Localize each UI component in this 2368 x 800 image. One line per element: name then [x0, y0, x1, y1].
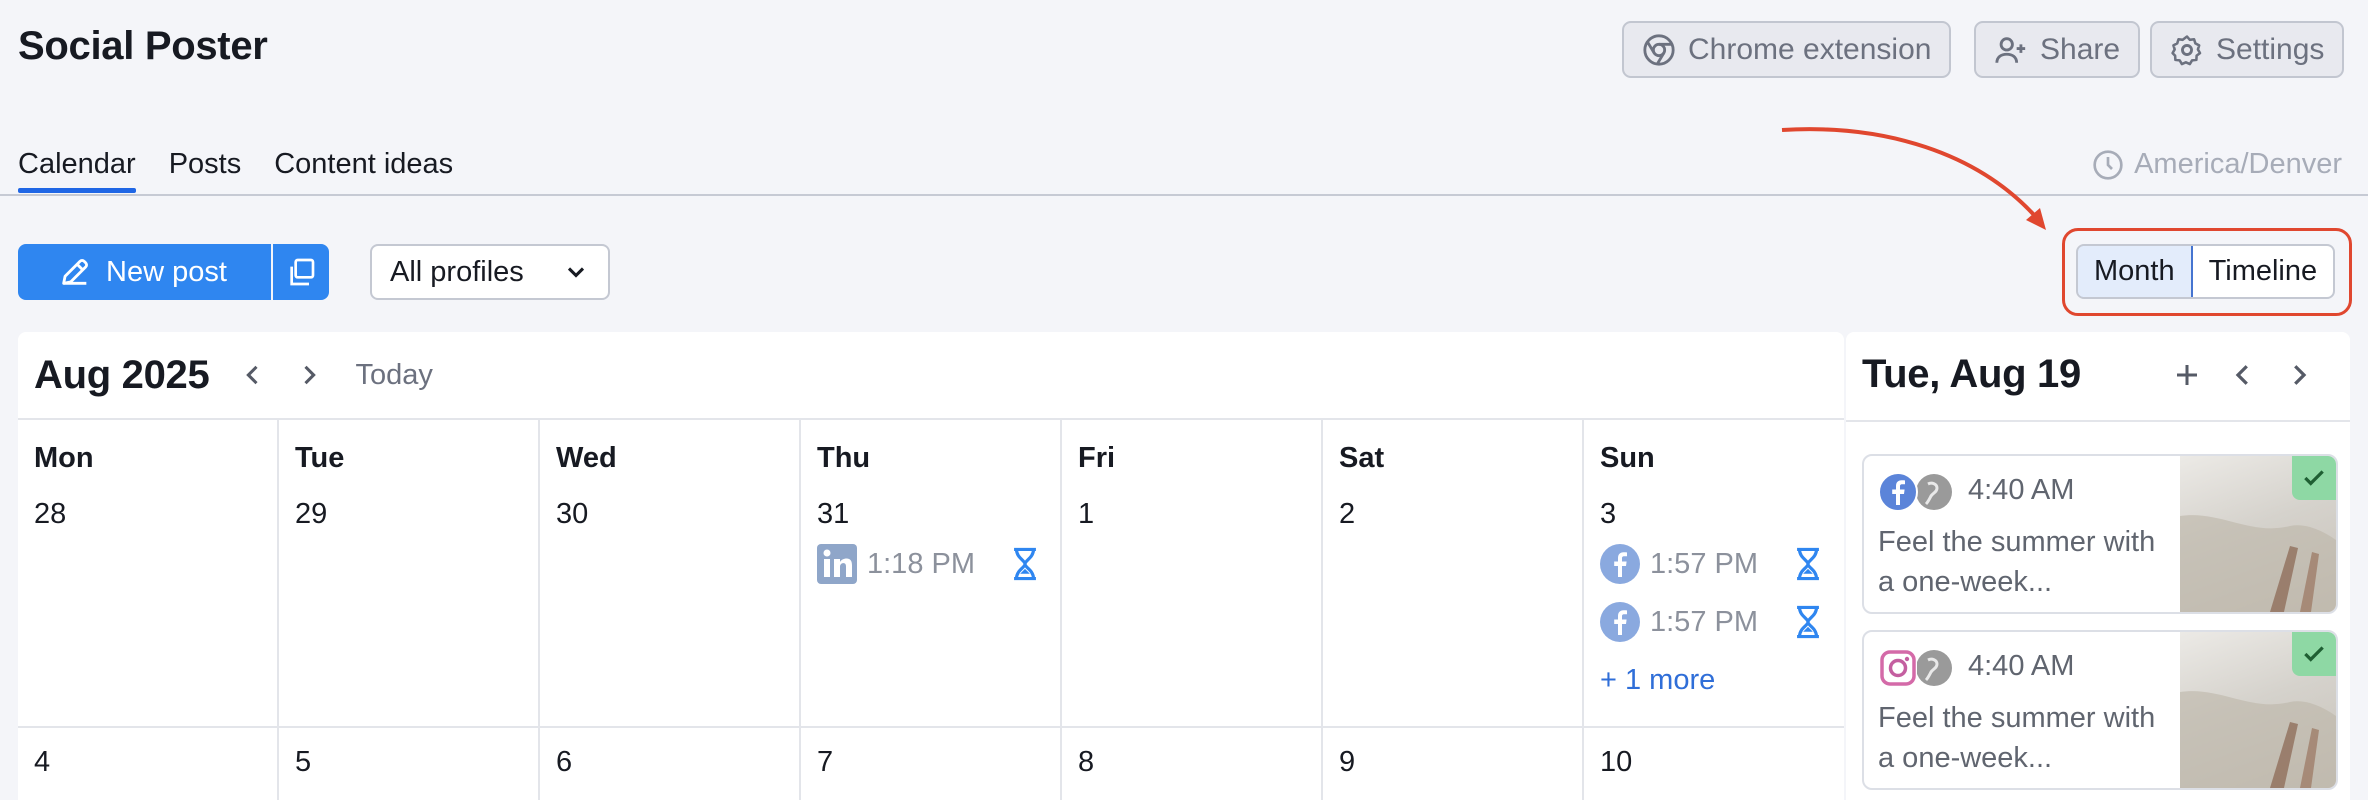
main-tabs: Calendar Posts Content ideas [18, 148, 453, 193]
post-time: 1:57 PM [1650, 605, 1758, 638]
day-column-sat: Sat 2 9 [1323, 420, 1584, 800]
annotation-arrow [1781, 127, 2046, 230]
chevron-left-icon[interactable] [2228, 360, 2258, 390]
tab-calendar[interactable]: Calendar [18, 148, 136, 193]
scheduled-post-chip[interactable]: 1:57 PM [1600, 542, 1835, 586]
post-time: 4:40 AM [1968, 474, 2075, 506]
post-card[interactable]: 4:40 AM Feel the summer with a one-week.… [1862, 630, 2338, 790]
app-title: Social Poster [18, 24, 268, 68]
post-image-thumbnail [2180, 632, 2336, 788]
settings-button[interactable]: Settings [2150, 21, 2345, 78]
hourglass-icon [1014, 547, 1036, 581]
new-post-button[interactable]: New post [18, 244, 271, 300]
day-number[interactable]: 10 [1600, 746, 1632, 779]
view-month-option[interactable]: Month [2078, 246, 2193, 297]
day-column-fri: Fri 1 8 [1062, 420, 1323, 800]
profiles-dropdown-value: All profiles [390, 255, 524, 288]
scheduled-post-chip[interactable]: 1:18 PM [817, 542, 1052, 586]
selected-date-title: Tue, Aug 19 [1862, 352, 2081, 396]
chevron-down-icon [567, 267, 585, 278]
tab-posts[interactable]: Posts [169, 148, 242, 193]
chevron-right-icon[interactable] [2284, 360, 2314, 390]
tab-content-ideas[interactable]: Content ideas [274, 148, 453, 193]
pencil-icon [62, 259, 88, 285]
facebook-icon [1600, 602, 1640, 642]
facebook-profile-avatars [1878, 472, 1952, 512]
settings-label: Settings [2216, 32, 2325, 66]
day-number[interactable]: 5 [295, 746, 311, 779]
day-number[interactable]: 29 [295, 498, 327, 531]
chrome-extension-button[interactable]: Chrome extension [1622, 21, 1952, 78]
calendar-panel: Aug 2025 Today Mon 28 4 Tue 29 5 Wed 30 … [18, 332, 1844, 800]
checkmark-icon [2304, 470, 2324, 486]
weekday-label: Wed [556, 442, 617, 474]
day-column-thu: Thu 31 1:18 PM 7 [801, 420, 1062, 800]
profiles-dropdown[interactable]: All profiles [370, 244, 610, 300]
day-number[interactable]: 2 [1339, 498, 1355, 531]
post-preview-text: Feel the summer with a one-week... [1878, 526, 2156, 598]
day-detail-panel: Tue, Aug 19 4:40 AM Feel the summer with… [1846, 332, 2350, 800]
weekday-label: Sun [1600, 442, 1655, 474]
post-preview-text: Feel the summer with a one-week... [1878, 702, 2156, 774]
day-number[interactable]: 3 [1600, 498, 1616, 531]
view-switch: Month Timeline [2076, 244, 2336, 299]
day-column-sun: Sun 3 1:57 PM 1:57 PM + 1 more 10 [1584, 420, 1845, 800]
day-number[interactable]: 28 [34, 498, 66, 531]
share-label: Share [2040, 32, 2121, 66]
timezone-indicator[interactable]: America/Denver [2092, 148, 2342, 181]
weekday-label: Mon [34, 442, 94, 474]
side-panel-divider [1846, 420, 2350, 422]
more-posts-link[interactable]: + 1 more [1600, 664, 1715, 697]
day-number[interactable]: 1 [1078, 498, 1094, 531]
day-column-wed: Wed 30 6 [540, 420, 801, 800]
day-number[interactable]: 30 [556, 498, 588, 531]
day-number[interactable]: 31 [817, 498, 849, 531]
share-button[interactable]: Share [1974, 21, 2141, 78]
day-number[interactable]: 4 [34, 746, 50, 779]
chrome-icon [1643, 33, 1675, 66]
calendar-header: Aug 2025 Today [18, 332, 1844, 420]
hourglass-icon [1797, 547, 1819, 581]
instagram-profile-avatars [1879, 649, 1952, 687]
post-time: 4:40 AM [1968, 650, 2075, 682]
add-user-icon [1995, 36, 2026, 63]
post-time: 1:57 PM [1650, 547, 1758, 580]
scheduled-post-chip[interactable]: 1:57 PM [1600, 600, 1835, 644]
plus-icon[interactable] [2172, 360, 2202, 390]
chevron-right-icon[interactable] [295, 361, 323, 389]
weekday-label: Thu [817, 442, 871, 474]
day-number[interactable]: 7 [817, 746, 833, 779]
facebook-icon [1600, 544, 1640, 584]
post-time: 1:18 PM [867, 547, 975, 580]
weekday-label: Fri [1078, 442, 1116, 474]
linkedin-icon [817, 544, 857, 584]
clock-icon [2093, 149, 2123, 180]
hourglass-icon [1797, 605, 1819, 639]
copy-icon [290, 258, 315, 286]
chrome-extension-label: Chrome extension [1688, 32, 1932, 66]
duplicate-post-button[interactable] [272, 244, 329, 300]
day-number[interactable]: 6 [556, 746, 572, 779]
new-post-label: New post [106, 255, 227, 288]
chevron-left-icon[interactable] [239, 361, 267, 389]
new-post-group: New post [18, 244, 329, 300]
checkmark-icon [2304, 646, 2324, 662]
today-button[interactable]: Today [355, 359, 432, 392]
weekday-label: Sat [1339, 442, 1385, 474]
post-image-thumbnail [2180, 456, 2336, 612]
post-card[interactable]: 4:40 AM Feel the summer with a one-week.… [1862, 454, 2338, 614]
published-check-badge [2292, 632, 2336, 676]
gear-icon [2171, 34, 2202, 65]
published-check-badge [2292, 456, 2336, 500]
month-title: Aug 2025 [34, 352, 210, 397]
view-timeline-option[interactable]: Timeline [2193, 246, 2334, 297]
day-column-tue: Tue 29 5 [279, 420, 540, 800]
day-column-mon: Mon 28 4 [18, 420, 279, 800]
timezone-label: America/Denver [2134, 148, 2342, 180]
day-number[interactable]: 9 [1339, 746, 1355, 779]
weekday-label: Tue [295, 442, 345, 474]
day-number[interactable]: 8 [1078, 746, 1094, 779]
